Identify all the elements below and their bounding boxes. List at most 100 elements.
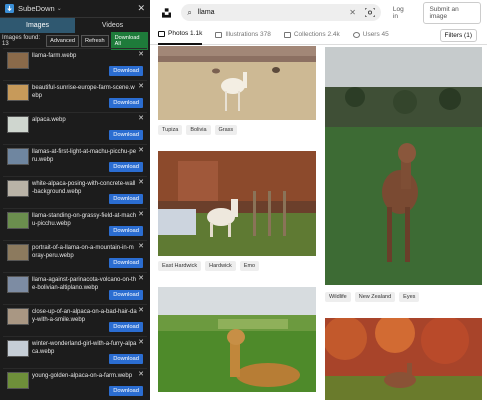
images-found-count: Images found: 13 bbox=[2, 34, 41, 47]
download-button[interactable]: Download bbox=[109, 98, 143, 108]
list-item: young-golden-alpaca-on-a-farm.webp ✕ Downl… bbox=[3, 368, 147, 399]
photo-tags: Wildlife New Zealand Eyes bbox=[325, 292, 420, 302]
remove-icon[interactable]: ✕ bbox=[138, 114, 144, 122]
list-item: beautiful-sunrise-europe-farm-scene.webp… bbox=[3, 80, 147, 111]
users-icon bbox=[352, 31, 360, 38]
list-item: close-up-of-an-alpaca-on-a-bad-hair-day-… bbox=[3, 304, 147, 335]
unsplash-page: ⌕ llama ✕ Log in Submit an image Photos … bbox=[150, 0, 487, 400]
image-thumbnail bbox=[7, 340, 29, 357]
visual-search-icon[interactable] bbox=[364, 8, 375, 17]
remove-icon[interactable]: ✕ bbox=[138, 50, 144, 58]
collection-icon bbox=[283, 31, 291, 38]
download-button[interactable]: Download bbox=[109, 354, 143, 364]
remove-icon[interactable]: ✕ bbox=[138, 146, 144, 154]
download-button[interactable]: Download bbox=[109, 386, 143, 396]
remove-icon[interactable]: ✕ bbox=[138, 242, 144, 250]
panel-title: SubeDown bbox=[18, 4, 55, 13]
list-item: llama-farm.webp ✕ Download bbox=[3, 48, 147, 79]
panel-toolbar: Images found: 13 Advanced Refresh Downlo… bbox=[0, 31, 150, 50]
list-item: llama-standing-on-grassy-field-at-machu-… bbox=[3, 208, 147, 239]
image-thumbnail bbox=[7, 308, 29, 325]
list-item: llama-against-parinacota-volcano-on-the-… bbox=[3, 272, 147, 303]
search-input[interactable]: llama bbox=[198, 9, 215, 16]
download-all-button[interactable]: Download All bbox=[110, 31, 148, 50]
result-tabs: Photos 1.1k Illustrations 378 Collection… bbox=[150, 25, 487, 45]
clear-icon[interactable]: ✕ bbox=[349, 8, 356, 17]
advanced-button[interactable]: Advanced bbox=[46, 34, 80, 47]
image-thumbnail bbox=[7, 148, 29, 165]
tab-label: Users 45 bbox=[362, 31, 389, 38]
remove-icon[interactable]: ✕ bbox=[138, 370, 144, 378]
unsplash-logo-icon[interactable] bbox=[162, 7, 172, 18]
tab-users[interactable]: Users 45 bbox=[352, 25, 389, 45]
tag[interactable]: East Hardwick bbox=[158, 261, 202, 271]
refresh-button[interactable]: Refresh bbox=[81, 34, 109, 47]
subedown-panel: SubeDown ⌄ ✕ Images Videos Images found:… bbox=[0, 0, 150, 400]
search-icon[interactable]: ⌕ bbox=[187, 8, 191, 18]
search-bar[interactable]: ⌕ llama ✕ bbox=[181, 4, 381, 21]
remove-icon[interactable]: ✕ bbox=[138, 274, 144, 282]
login-link[interactable]: Log in bbox=[393, 6, 410, 20]
photo-llama-field[interactable] bbox=[158, 46, 316, 120]
remove-icon[interactable]: ✕ bbox=[138, 338, 144, 346]
tab-illustrations[interactable]: Illustrations 378 bbox=[215, 25, 271, 45]
download-button[interactable]: Download bbox=[109, 66, 143, 76]
list-item: llamas-at-first-light-at-machu-picchu-pe… bbox=[3, 144, 147, 175]
photo-tags: East Hardwick Hardwick Emo bbox=[158, 261, 260, 271]
download-button[interactable]: Download bbox=[109, 322, 143, 332]
image-thumbnail bbox=[7, 84, 29, 101]
photo-alpaca-fence[interactable] bbox=[158, 151, 316, 256]
tag[interactable]: Grass bbox=[214, 125, 238, 135]
image-thumbnail bbox=[7, 244, 29, 261]
photo-golden-alpaca[interactable] bbox=[158, 287, 316, 392]
photo-tags: Tupiza Bolivia Grass bbox=[158, 125, 238, 135]
tag[interactable]: Eyes bbox=[399, 292, 420, 302]
tab-label: Photos 1.1k bbox=[168, 30, 203, 37]
download-button[interactable]: Download bbox=[109, 130, 143, 140]
remove-icon[interactable]: ✕ bbox=[138, 178, 144, 186]
tag[interactable]: Wildlife bbox=[325, 292, 351, 302]
download-button[interactable]: Download bbox=[109, 258, 143, 268]
tab-label: Illustrations 378 bbox=[225, 31, 271, 38]
subedown-logo-icon bbox=[5, 4, 14, 13]
filters-button[interactable]: Filters (1) bbox=[439, 29, 477, 42]
image-thumbnail bbox=[7, 276, 29, 293]
photo-autumn-llamas[interactable] bbox=[325, 318, 482, 400]
download-button[interactable]: Download bbox=[109, 226, 143, 236]
tag[interactable]: Hardwick bbox=[205, 261, 236, 271]
tag[interactable]: New Zealand bbox=[354, 292, 396, 302]
download-button[interactable]: Download bbox=[109, 194, 143, 204]
photo-icon bbox=[158, 30, 165, 37]
tab-collections[interactable]: Collections 2.4k bbox=[283, 25, 340, 45]
tab-images[interactable]: Images bbox=[0, 18, 75, 33]
close-icon[interactable]: ✕ bbox=[137, 3, 145, 14]
image-filename: young-golden-alpaca-on-a-farm.webp bbox=[32, 373, 133, 379]
top-bar: ⌕ llama ✕ Log in Submit an image bbox=[150, 0, 487, 25]
image-list: llama-farm.webp ✕ Download beautiful-sunris… bbox=[0, 48, 150, 399]
tag[interactable]: Tupiza bbox=[158, 125, 183, 135]
image-thumbnail bbox=[7, 372, 29, 389]
tag[interactable]: Bolivia bbox=[186, 125, 211, 135]
remove-icon[interactable]: ✕ bbox=[138, 210, 144, 218]
panel-header: SubeDown ⌄ ✕ bbox=[0, 0, 150, 18]
photo-brown-llama[interactable] bbox=[325, 47, 482, 285]
tab-photos[interactable]: Photos 1.1k bbox=[158, 25, 203, 45]
list-item: portrait-of-a-llama-on-a-mountain-in-mor… bbox=[3, 240, 147, 271]
list-item: alpaca.webp ✕ Download bbox=[3, 112, 147, 143]
submit-image-button[interactable]: Submit an image bbox=[423, 1, 481, 24]
download-button[interactable]: Download bbox=[109, 290, 143, 300]
download-button[interactable]: Download bbox=[109, 162, 143, 172]
chevron-down-icon[interactable]: ⌄ bbox=[57, 5, 62, 12]
illustration-icon bbox=[215, 31, 223, 38]
list-item: white-alpaca-posing-with-concrete-wall-b… bbox=[3, 176, 147, 207]
image-filename: llama-farm.webp bbox=[32, 53, 77, 59]
image-thumbnail bbox=[7, 52, 29, 69]
remove-icon[interactable]: ✕ bbox=[138, 82, 144, 90]
tag[interactable]: Emo bbox=[239, 261, 260, 271]
image-thumbnail bbox=[7, 180, 29, 197]
image-filename: alpaca.webp bbox=[32, 117, 66, 123]
remove-icon[interactable]: ✕ bbox=[138, 306, 144, 314]
image-thumbnail bbox=[7, 116, 29, 133]
tab-label: Collections 2.4k bbox=[293, 31, 340, 38]
image-thumbnail bbox=[7, 212, 29, 229]
